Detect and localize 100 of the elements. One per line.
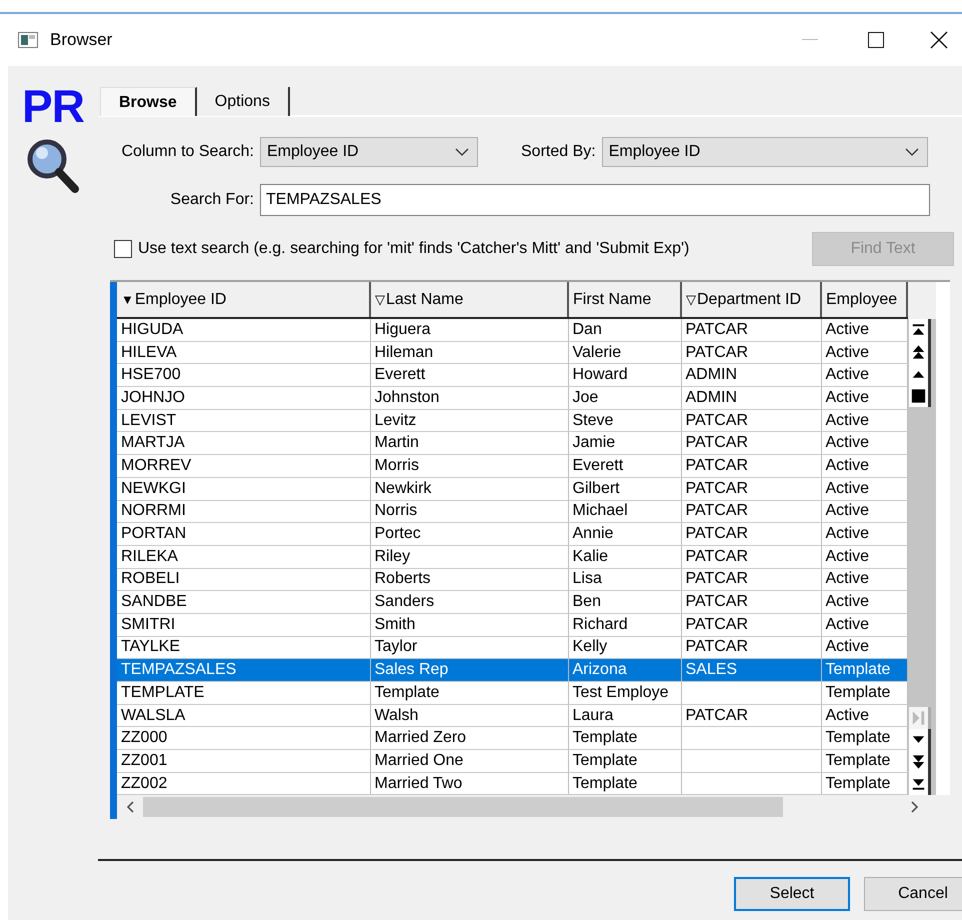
cancel-button[interactable]: Cancel	[864, 877, 962, 912]
logo-text: PR	[22, 82, 84, 130]
table-cell: SMITRI	[121, 616, 176, 633]
table-row[interactable]: MORREV Morris Everett PATCAR Active	[117, 454, 907, 478]
close-icon[interactable]	[930, 31, 948, 49]
column-header[interactable]: ▽Department ID	[681, 282, 821, 318]
table-cell: PATCAR	[686, 616, 748, 633]
table-cell: Active	[826, 548, 870, 565]
table-cell: Template	[826, 729, 890, 746]
table-cell: Template	[572, 752, 638, 769]
table-row[interactable]: HILEVA Hileman Valerie PATCAR Active	[117, 341, 907, 364]
table-cell: Kelly	[572, 638, 608, 656]
table-cell: MARTJA	[121, 434, 185, 452]
table-row[interactable]: TEMPLATE Template Test Employe Template	[117, 682, 907, 704]
table-cell: Higuera	[374, 320, 431, 338]
table-cell: Active	[826, 434, 870, 452]
checkbox[interactable]	[114, 240, 132, 258]
select-button[interactable]: Select	[734, 877, 850, 912]
table-row[interactable]: TEMPAZSALES Sales Rep Arizona SALES Template	[117, 658, 907, 682]
table-row[interactable]: SMITRI Smith Richard PATCAR Active	[117, 613, 907, 636]
table-row[interactable]: ROBELI Roberts Lisa PATCAR Active	[117, 568, 907, 591]
table-cell: ZZ002	[121, 774, 168, 792]
table-cell: Annie	[572, 525, 614, 542]
table-row[interactable]: JOHNJO Johnston Joe ADMIN Active	[117, 386, 907, 410]
table-row[interactable]: PORTAN Portec Annie PATCAR Active	[117, 522, 907, 546]
vertical-scrollbar[interactable]	[908, 319, 936, 796]
column-header[interactable]: Employee	[821, 282, 907, 318]
table-cell: RILEKA	[121, 548, 178, 565]
table-cell: PATCAR	[686, 638, 748, 656]
table-cell: Everett	[572, 456, 624, 474]
search-field[interactable]: TEMPAZSALES	[260, 184, 930, 216]
scroll-thumb-icon[interactable]	[909, 385, 931, 407]
sort-dropdown[interactable]: Employee ID	[602, 137, 928, 167]
table-cell: PATCAR	[686, 502, 748, 520]
table-cell: Active	[826, 366, 870, 384]
table-cell: SANDBE	[121, 593, 187, 610]
table-cell: Riley	[374, 548, 410, 565]
table-cell: PATCAR	[686, 593, 748, 610]
table-cell: Joe	[572, 388, 598, 406]
table-cell: Howard	[572, 366, 628, 384]
table-cell: Active	[826, 706, 870, 724]
table-cell: LEVIST	[121, 412, 176, 429]
table-cell: Everett	[374, 366, 426, 384]
checkbox-label: Use text search (e.g. searching for 'mit' finds 'Catcher's Mitt' and 'Submit Exp')	[138, 240, 690, 258]
table-cell: Dan	[572, 320, 602, 338]
table-cell: Test Employe	[572, 684, 669, 701]
table-row[interactable]: MARTJA Martin Jamie PATCAR Active	[117, 432, 907, 455]
table-row[interactable]: ZZ000 Married Zero Template Template	[117, 726, 907, 750]
scroll-right-icon[interactable]	[910, 801, 920, 814]
table-row[interactable]: LEVIST Levitz Steve PATCAR Active	[117, 409, 907, 432]
table-cell: TEMPAZSALES	[121, 661, 236, 678]
table-cell: Kalie	[572, 548, 608, 565]
table-cell: PORTAN	[121, 525, 186, 542]
table-row[interactable]: NORRMI Norris Michael PATCAR Active	[117, 500, 907, 523]
table-cell: PATCAR	[686, 456, 748, 474]
scroll-left-icon[interactable]	[125, 801, 135, 814]
table-row[interactable]: RILEKA Riley Kalie PATCAR Active	[117, 545, 907, 568]
table-cell: PATCAR	[686, 548, 748, 565]
table-cell: Template	[826, 752, 890, 769]
table-cell: Template	[374, 684, 440, 701]
chevron-icon	[904, 148, 919, 156]
table-row[interactable]: SANDBE Sanders Ben PATCAR Active	[117, 590, 907, 614]
table-cell: Martin	[374, 434, 419, 452]
table-row[interactable]: HIGUDA Higuera Dan PATCAR Active	[117, 318, 907, 342]
scroll-top-icon[interactable]	[909, 319, 931, 341]
table-cell: PATCAR	[686, 434, 748, 452]
maximize-icon[interactable]	[868, 32, 884, 48]
column-dropdown[interactable]: Employee ID	[260, 137, 478, 167]
window-icon	[18, 32, 38, 48]
column-header[interactable]: ▼Employee ID	[117, 282, 370, 318]
table-cell: PATCAR	[686, 480, 748, 497]
table-cell: Active	[826, 456, 870, 474]
table-cell: Template	[826, 661, 890, 678]
scroll-down-icon[interactable]	[909, 729, 931, 752]
table-cell: ADMIN	[686, 388, 738, 406]
column-header[interactable]: ▽Last Name	[370, 282, 568, 318]
table-row[interactable]: ZZ001 Married One Template Template	[117, 750, 907, 772]
tab[interactable]: Browse	[100, 87, 197, 117]
horizontal-scrollbar[interactable]	[117, 795, 950, 820]
table-row[interactable]: HSE700 Everett Howard ADMIN Active	[117, 364, 907, 387]
last-record-icon	[909, 707, 931, 730]
table-cell: TEMPLATE	[121, 684, 204, 701]
table-cell: ADMIN	[686, 366, 738, 384]
table-cell: Valerie	[572, 344, 622, 361]
table-cell: Arizona	[572, 661, 627, 678]
table-cell: Template	[572, 729, 638, 746]
table-cell: Active	[826, 638, 870, 656]
table-cell: Lisa	[572, 570, 602, 588]
table-cell: Roberts	[374, 570, 431, 588]
table-cell: Steve	[572, 412, 614, 429]
column-header[interactable]: First Name	[568, 282, 681, 318]
scroll-bottom-icon[interactable]	[909, 773, 931, 796]
table-cell: Laura	[572, 706, 614, 724]
table-cell: Active	[826, 320, 870, 338]
table-cell: Smith	[374, 616, 416, 633]
table-row[interactable]: NEWKGI Newkirk Gilbert PATCAR Active	[117, 477, 907, 500]
table-cell: PATCAR	[686, 706, 748, 724]
table-cell: Married One	[374, 752, 464, 769]
table-cell: PATCAR	[686, 344, 748, 361]
table-row[interactable]: WALSLA Walsh Laura PATCAR Active	[117, 704, 907, 727]
